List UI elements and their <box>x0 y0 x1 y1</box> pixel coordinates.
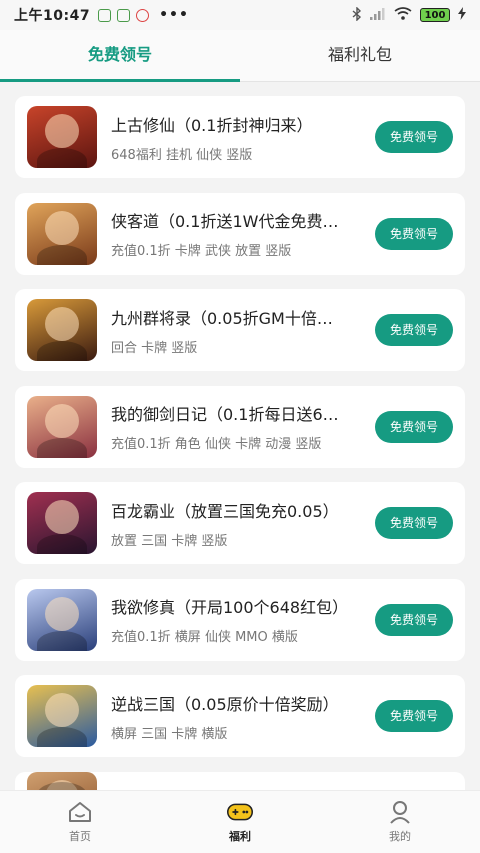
game-list: 上古修仙（0.1折封神归来） 648福利 挂机 仙侠 竖版 免费领号 侠客道（0… <box>15 96 465 816</box>
tab-free-account[interactable]: 免费领号 <box>0 30 240 82</box>
game-title: 九州群将录（0.05折GM十倍… <box>111 308 333 328</box>
game-info: 我欲修真（开局100个648红包） 充值0.1折 横屏 仙侠 MMO 横版 <box>111 594 365 645</box>
game-title: 我的御剑日记（0.1折每日送6… <box>111 405 339 424</box>
game-thumbnail <box>27 299 97 361</box>
game-thumbnail <box>27 492 97 554</box>
signal-icon <box>370 7 386 23</box>
claim-account-button[interactable]: 免费领号 <box>375 217 453 250</box>
bluetooth-icon <box>352 5 362 24</box>
game-card[interactable]: 上古修仙（0.1折封神归来） 648福利 挂机 仙侠 竖版 免费领号 <box>15 96 465 178</box>
status-time: 上午10:47 <box>14 8 91 24</box>
game-info: 逆战三国（0.05原价十倍奖励） 横屏 三国 卡牌 横版 <box>111 691 365 742</box>
tab-gift-pack[interactable]: 福利礼包 <box>240 30 480 81</box>
charging-icon <box>458 7 466 23</box>
nav-home[interactable]: 首页 <box>0 791 160 853</box>
claim-account-button[interactable]: 免费领号 <box>375 700 453 732</box>
game-info: 我的御剑日记（0.1折每日送6… 充值0.1折 角色 仙侠 卡牌 动漫 竖版 <box>111 401 365 452</box>
game-card[interactable]: 逆战三国（0.05原价十倍奖励） 横屏 三国 卡牌 横版 免费领号 <box>15 675 465 757</box>
nav-mine-label: 我的 <box>389 830 411 843</box>
status-bar: 上午10:47 ••• 100 <box>0 0 480 30</box>
claim-account-button[interactable]: 免费领号 <box>375 507 453 539</box>
game-title: 上古修仙（0.1折封神归来） <box>111 115 313 135</box>
game-title: 百龙霸业（放置三国免充0.05） <box>111 501 339 521</box>
game-tags: 放置 三国 卡牌 竖版 <box>111 533 228 549</box>
claim-account-button[interactable]: 免费领号 <box>375 603 453 636</box>
game-thumbnail <box>27 685 97 747</box>
person-icon <box>387 800 413 824</box>
gamepad-icon <box>227 800 253 824</box>
game-card[interactable]: 我的御剑日记（0.1折每日送6… 充值0.1折 角色 仙侠 卡牌 动漫 竖版 免… <box>15 385 465 468</box>
home-icon <box>67 800 93 824</box>
game-title: 逆战三国（0.05原价十倍奖励） <box>111 694 339 714</box>
tab-bar: 免费领号 福利礼包 <box>0 30 480 82</box>
game-tags: 充值0.1折 卡牌 武侠 放置 竖版 <box>111 244 292 259</box>
battery-icon: 100 <box>420 8 450 22</box>
game-info: 九州群将录（0.05折GM十倍… 回合 卡牌 竖版 <box>111 305 365 356</box>
game-thumbnail <box>27 395 97 458</box>
more-notifications-icon: ••• <box>159 7 189 23</box>
wifi-icon <box>394 7 412 23</box>
game-thumbnail <box>27 202 97 265</box>
game-tags: 回合 卡牌 竖版 <box>111 340 198 356</box>
weibo-notification-icon <box>136 8 150 22</box>
claim-account-button[interactable]: 免费领号 <box>375 314 453 346</box>
bottom-nav: 首页 福利 我的 <box>0 790 480 853</box>
nav-welfare[interactable]: 福利 <box>160 791 320 853</box>
nav-home-label: 首页 <box>69 830 91 843</box>
game-info: 侠客道（0.1折送1W代金免费… 充值0.1折 卡牌 武侠 放置 竖版 <box>111 208 365 259</box>
game-tags: 横屏 三国 卡牌 横版 <box>111 726 228 742</box>
claim-account-button[interactable]: 免费领号 <box>375 121 453 153</box>
nav-mine[interactable]: 我的 <box>320 791 480 853</box>
game-tags: 充值0.1折 角色 仙侠 卡牌 动漫 竖版 <box>111 437 322 452</box>
game-tags: 648福利 挂机 仙侠 竖版 <box>111 147 253 163</box>
app-notification-icon <box>98 8 112 22</box>
game-thumbnail <box>27 588 97 651</box>
game-info: 百龙霸业（放置三国免充0.05） 放置 三国 卡牌 竖版 <box>111 498 365 549</box>
game-card[interactable]: 百龙霸业（放置三国免充0.05） 放置 三国 卡牌 竖版 免费领号 <box>15 482 465 564</box>
game-tags: 充值0.1折 横屏 仙侠 MMO 横版 <box>111 630 298 645</box>
game-title: 侠客道（0.1折送1W代金免费… <box>111 212 339 231</box>
game-thumbnail <box>27 106 97 168</box>
game-card[interactable]: 我欲修真（开局100个648红包） 充值0.1折 横屏 仙侠 MMO 横版 免费… <box>15 578 465 661</box>
game-info: 上古修仙（0.1折封神归来） 648福利 挂机 仙侠 竖版 <box>111 112 365 163</box>
app-notification-icon <box>117 8 131 22</box>
claim-account-button[interactable]: 免费领号 <box>375 410 453 443</box>
game-title: 我欲修真（开局100个648红包） <box>111 598 349 617</box>
game-card[interactable]: 九州群将录（0.05折GM十倍… 回合 卡牌 竖版 免费领号 <box>15 289 465 371</box>
game-card[interactable]: 侠客道（0.1折送1W代金免费… 充值0.1折 卡牌 武侠 放置 竖版 免费领号 <box>15 192 465 275</box>
nav-welfare-label: 福利 <box>229 830 251 843</box>
